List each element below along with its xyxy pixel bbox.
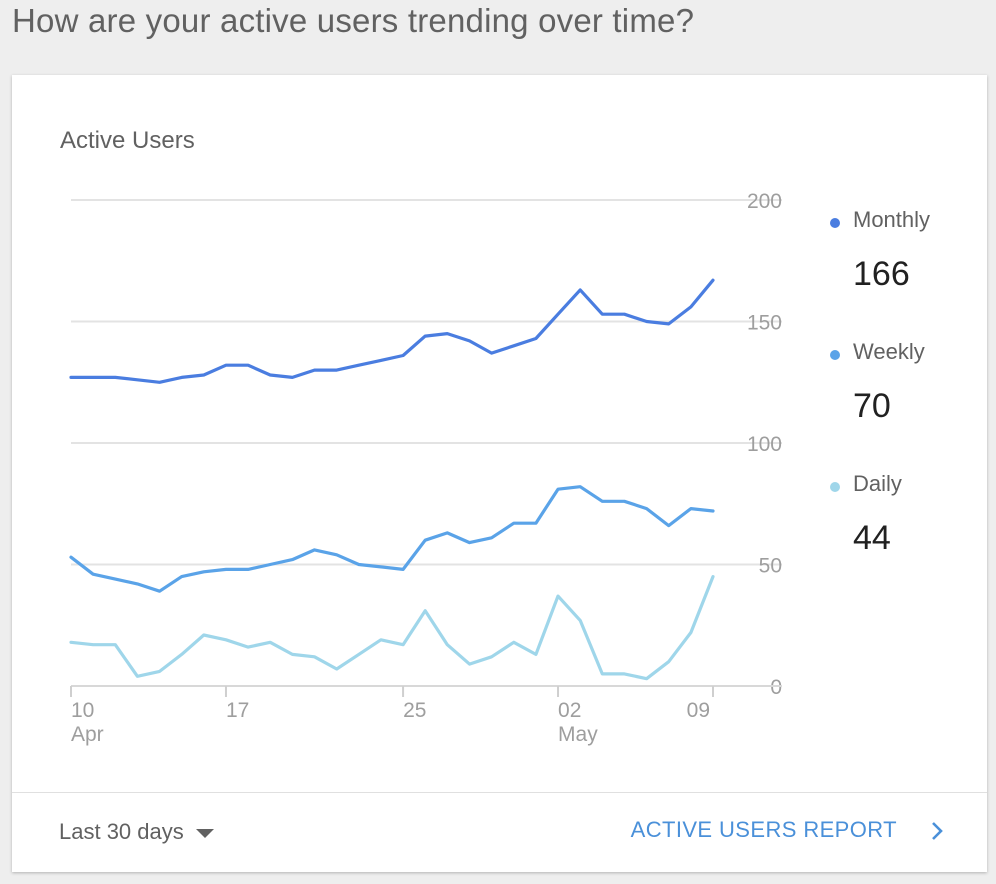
y-tick-label: 100 (747, 433, 782, 456)
legend-dot-icon (830, 482, 840, 492)
report-link-label: ACTIVE USERS REPORT (630, 817, 897, 842)
x-tick-sublabel: May (558, 723, 598, 746)
legend-dot-icon (830, 218, 840, 228)
card-footer: Last 30 days ACTIVE USERS REPORT (12, 792, 987, 873)
series-line-daily (69, 575, 715, 681)
legend-value: 44 (853, 519, 891, 557)
x-tick-label: 02 (558, 699, 581, 722)
y-tick-label: 50 (759, 555, 782, 578)
legend-item-weekly: Weekly 70 (830, 339, 980, 471)
legend-name: Daily (853, 471, 902, 496)
date-range-dropdown[interactable]: Last 30 days (59, 819, 214, 845)
chart-legend: Monthly 166 Weekly 70 Daily 44 (830, 207, 980, 603)
active-users-report-link[interactable]: ACTIVE USERS REPORT (631, 817, 947, 843)
y-tick-label: 200 (747, 190, 782, 213)
legend-item-monthly: Monthly 166 (830, 207, 980, 339)
x-tick-label: 10 (71, 699, 94, 722)
active-users-card: Active Users 200 150 100 50 0 10 Apr 17 25 02 May 0… (12, 75, 987, 872)
y-tick-label: 0 (770, 676, 782, 699)
caret-down-icon (195, 828, 214, 838)
x-tick-sublabel: Apr (71, 723, 104, 746)
date-range-label: Last 30 days (59, 819, 184, 844)
series-line-weekly (69, 485, 715, 593)
x-tick-label: 09 (687, 699, 710, 722)
legend-value: 166 (853, 255, 910, 293)
page-question: How are your active users trending over … (12, 2, 695, 39)
legend-name: Weekly (853, 339, 925, 364)
y-tick-label: 150 (747, 312, 782, 335)
legend-dot-icon (830, 350, 840, 360)
chevron-right-icon (932, 822, 943, 841)
x-tick-label: 17 (226, 699, 249, 722)
legend-item-daily: Daily 44 (830, 471, 980, 603)
x-tick-label: 25 (403, 699, 426, 722)
series-line-monthly (69, 278, 715, 384)
legend-name: Monthly (853, 207, 931, 232)
legend-value: 70 (853, 387, 891, 425)
